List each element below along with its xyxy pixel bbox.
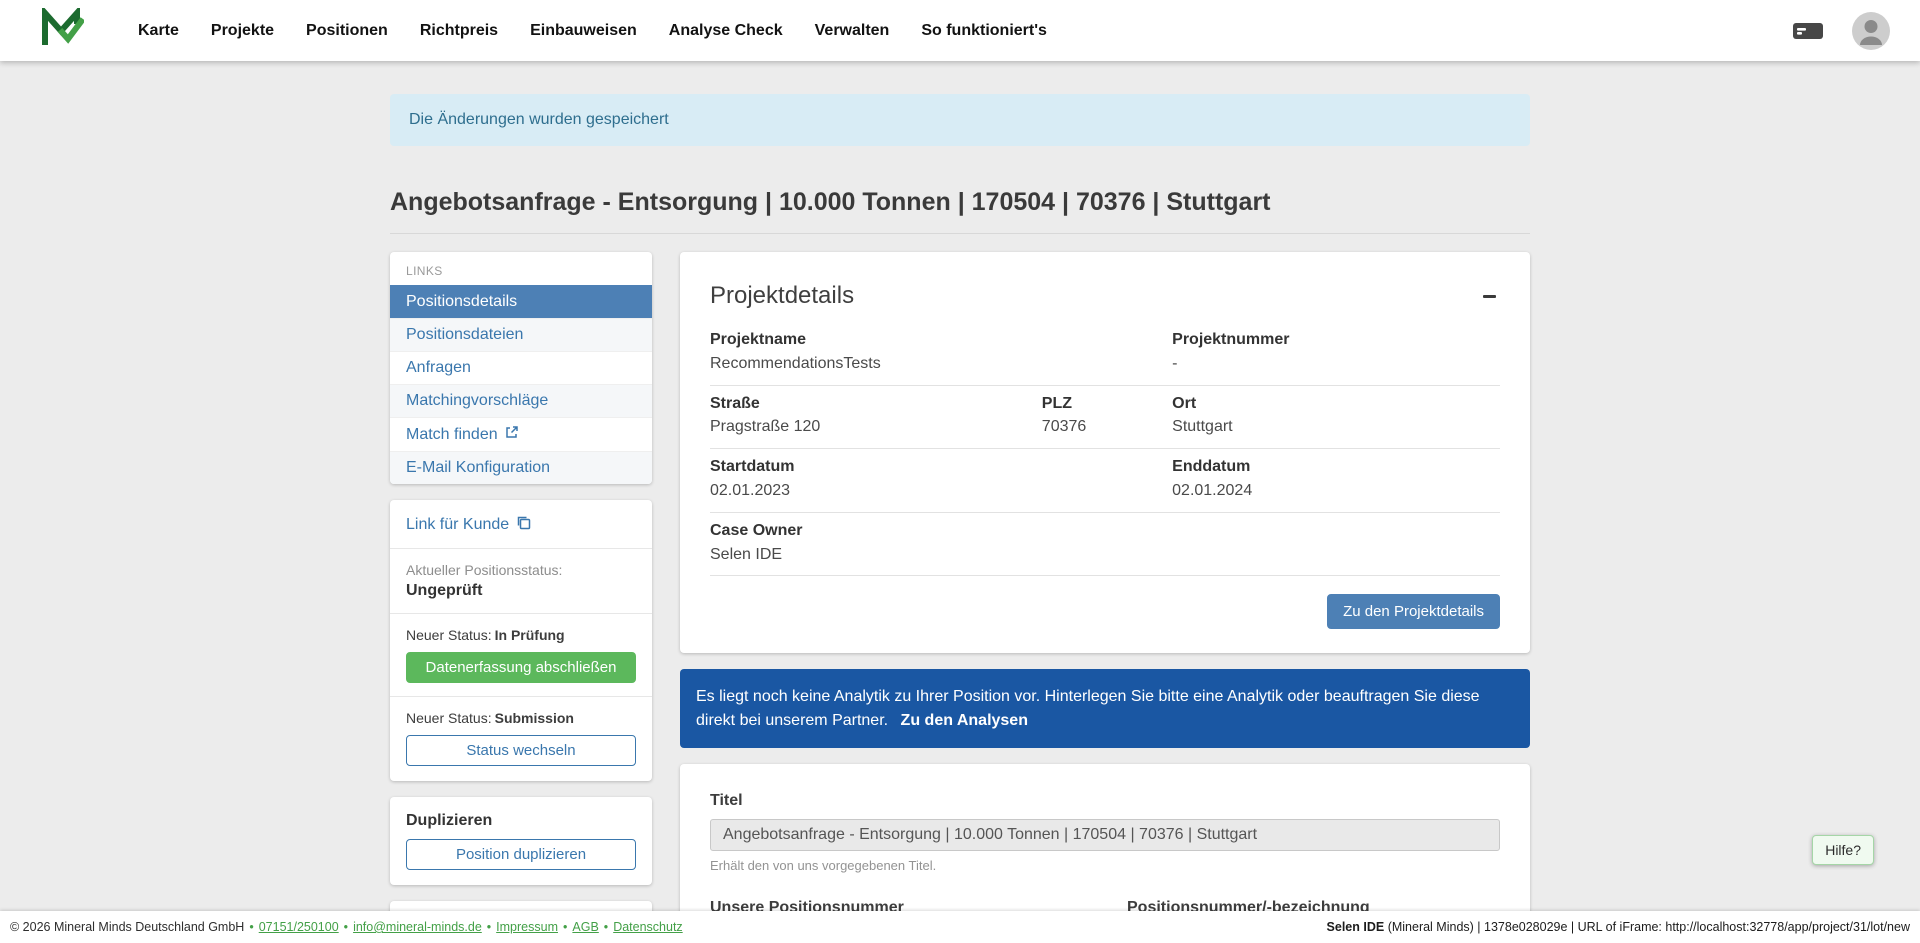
- nav-positionen[interactable]: Positionen: [306, 22, 388, 40]
- startdatum-label: Startdatum: [710, 457, 1172, 478]
- footer-link-datenschutz[interactable]: Datenschutz: [613, 920, 682, 934]
- plz-label: PLZ: [1042, 394, 1172, 415]
- sidebar-item-match-finden[interactable]: Match finden: [390, 417, 652, 451]
- next-status-label: Neuer Status:: [406, 627, 492, 643]
- app-logo[interactable]: [40, 8, 84, 53]
- customer-link-label: Link für Kunde: [406, 516, 509, 534]
- footer: © 2026 Mineral Minds Deutschland GmbH • …: [0, 911, 1920, 943]
- copy-icon: [516, 515, 531, 535]
- footer-link-email[interactable]: info@mineral-minds.de: [353, 920, 482, 934]
- next-status-value: Submission: [495, 710, 574, 726]
- separator: •: [563, 920, 567, 934]
- sidebar-item-positionsdetails[interactable]: Positionsdetails: [390, 285, 652, 318]
- page-content: Die Änderungen wurden gespeichert Angebo…: [0, 94, 1920, 943]
- user-avatar[interactable]: [1852, 12, 1890, 50]
- case-owner-label: Case Owner: [710, 521, 1500, 542]
- strasse-label: Straße: [710, 394, 1042, 415]
- next-status-line-2: Neuer Status:Submission: [406, 710, 636, 726]
- ort-value: Stuttgart: [1172, 417, 1500, 438]
- divider: [390, 613, 652, 614]
- nav-so-funktionierts[interactable]: So funktioniert's: [921, 22, 1047, 40]
- titel-label: Titel: [710, 792, 1500, 810]
- hilfe-button[interactable]: Hilfe?: [1812, 835, 1874, 865]
- datenerfassung-abschliessen-button[interactable]: Datenerfassung abschließen: [406, 652, 636, 683]
- separator: •: [344, 920, 348, 934]
- nav-verwalten[interactable]: Verwalten: [815, 22, 890, 40]
- footer-link-impressum[interactable]: Impressum: [496, 920, 558, 934]
- customer-link[interactable]: Link für Kunde: [406, 515, 531, 535]
- sidebar-item-email-konfiguration[interactable]: E-Mail Konfiguration: [390, 451, 652, 484]
- ort-label: Ort: [1172, 394, 1500, 415]
- enddatum-label: Enddatum: [1172, 457, 1500, 478]
- main-content: Projektdetails Projektname Recommendatio…: [680, 252, 1530, 943]
- zu-den-analysen-link[interactable]: Zu den Analysen: [901, 712, 1028, 729]
- project-details-title: Projektdetails: [710, 282, 854, 310]
- duplicate-card: Duplizieren Position duplizieren: [390, 797, 652, 885]
- top-nav-bar: Karte Projekte Positionen Richtpreis Ein…: [0, 0, 1920, 61]
- analytics-banner-text: Es liegt noch keine Analytik zu Ihrer Po…: [696, 688, 1480, 728]
- sidebar-item-anfragen[interactable]: Anfragen: [390, 351, 652, 384]
- separator: •: [604, 920, 608, 934]
- page-title: Angebotsanfrage - Entsorgung | 10.000 To…: [390, 188, 1530, 217]
- status-card: Link für Kunde Aktueller Positionsstatus…: [390, 500, 652, 781]
- current-status-label: Aktueller Positionsstatus:: [406, 562, 636, 578]
- topbar-actions: [1792, 12, 1890, 50]
- footer-left: © 2026 Mineral Minds Deutschland GmbH • …: [10, 920, 683, 934]
- next-status-label: Neuer Status:: [406, 710, 492, 726]
- sidebar: LINKS Positionsdetails Positionsdateien …: [390, 252, 652, 943]
- logo-m-icon: [40, 8, 84, 53]
- project-row: Projektname RecommendationsTests Projekt…: [710, 322, 1500, 386]
- plz-value: 70376: [1042, 417, 1172, 438]
- nav-projekte[interactable]: Projekte: [211, 22, 274, 40]
- separator: •: [249, 920, 253, 934]
- separator: •: [487, 920, 491, 934]
- case-owner-value: Selen IDE: [710, 545, 1500, 566]
- footer-link-agb[interactable]: AGB: [572, 920, 598, 934]
- titel-help: Erhält den von uns vorgegebenen Titel.: [710, 858, 1500, 873]
- nav-richtpreis[interactable]: Richtpreis: [420, 22, 498, 40]
- copyright-text: © 2026 Mineral Minds Deutschland GmbH: [10, 920, 244, 934]
- project-row: Straße Pragstraße 120 PLZ 70376 Ort Stut…: [710, 386, 1500, 450]
- projektname-label: Projektname: [710, 330, 1172, 351]
- project-details-card: Projektdetails Projektname Recommendatio…: [680, 252, 1530, 653]
- projektname-value: RecommendationsTests: [710, 354, 1172, 375]
- saved-alert: Die Änderungen wurden gespeichert: [390, 94, 1530, 146]
- collapse-icon[interactable]: [1479, 289, 1500, 304]
- projektnummer-label: Projektnummer: [1172, 330, 1500, 351]
- titel-input: [710, 819, 1500, 851]
- analytics-banner: Es liegt noch keine Analytik zu Ihrer Po…: [680, 669, 1530, 747]
- duplicate-card-title: Duplizieren: [406, 812, 636, 830]
- divider: [390, 548, 652, 549]
- startdatum-value: 02.01.2023: [710, 481, 1172, 502]
- sidebar-item-matchingvorschlaege[interactable]: Matchingvorschläge: [390, 384, 652, 417]
- saved-alert-text: Die Änderungen wurden gespeichert: [409, 111, 669, 128]
- next-status-line-1: Neuer Status:In Prüfung: [406, 627, 636, 643]
- next-status-value: In Prüfung: [495, 627, 565, 643]
- footer-link-phone[interactable]: 07151/250100: [259, 920, 339, 934]
- project-row: Case Owner Selen IDE: [710, 513, 1500, 577]
- nav-karte[interactable]: Karte: [138, 22, 179, 40]
- external-link-icon: [505, 425, 519, 444]
- sidebar-links-card: LINKS Positionsdetails Positionsdateien …: [390, 252, 652, 484]
- current-status-value: Ungeprüft: [406, 582, 636, 600]
- nav-einbauweisen[interactable]: Einbauweisen: [530, 22, 637, 40]
- main-nav: Karte Projekte Positionen Richtpreis Ein…: [138, 22, 1047, 40]
- project-row: Startdatum 02.01.2023 Enddatum 02.01.202…: [710, 449, 1500, 513]
- links-header: LINKS: [390, 252, 652, 285]
- match-finden-label: Match finden: [406, 426, 498, 444]
- status-wechseln-button[interactable]: Status wechseln: [406, 735, 636, 766]
- session-info: Selen IDE (Mineral Minds) | 1378e028029e…: [1327, 920, 1910, 934]
- card-reader-icon[interactable]: [1792, 19, 1824, 43]
- session-user: Selen IDE: [1327, 920, 1385, 934]
- session-details: (Mineral Minds) | 1378e028029e | URL of …: [1384, 920, 1910, 934]
- divider: [390, 696, 652, 697]
- zu-den-projektdetails-button[interactable]: Zu den Projektdetails: [1327, 594, 1500, 629]
- sidebar-item-positionsdateien[interactable]: Positionsdateien: [390, 318, 652, 351]
- enddatum-value: 02.01.2024: [1172, 481, 1500, 502]
- position-duplizieren-button[interactable]: Position duplizieren: [406, 839, 636, 870]
- nav-analyse-check[interactable]: Analyse Check: [669, 22, 783, 40]
- title-divider: [390, 233, 1530, 234]
- projektnummer-value: -: [1172, 354, 1500, 375]
- strasse-value: Pragstraße 120: [710, 417, 1042, 438]
